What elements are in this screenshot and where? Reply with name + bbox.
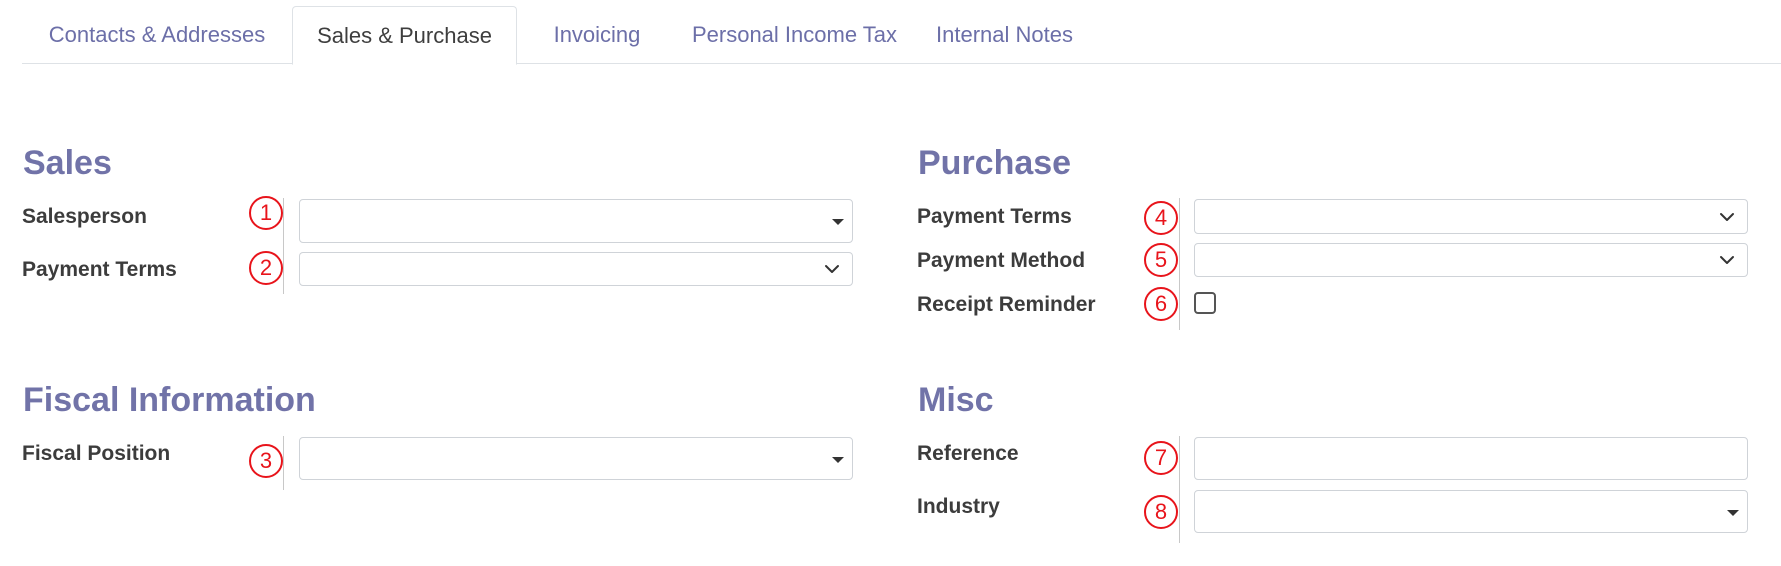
marker-3: 3 [249,444,283,478]
purchase-section-title: Purchase [918,144,1072,182]
sales-payment-terms-select[interactable] [299,252,853,286]
salesperson-select[interactable] [299,199,853,243]
purchase-divider [1179,198,1180,330]
tab-contacts-addresses[interactable]: Contacts & Addresses [22,6,292,64]
industry-select[interactable] [1194,490,1748,533]
marker-6: 6 [1144,287,1178,321]
marker-8: 8 [1144,495,1178,529]
tab-personal-income-tax[interactable]: Personal Income Tax [677,6,912,64]
fiscal-position-select[interactable] [299,437,853,480]
receipt-reminder-label: Receipt Reminder [917,293,1096,316]
caret-down-icon [832,219,844,225]
marker-2: 2 [249,251,283,285]
tab-invoicing[interactable]: Invoicing [517,6,677,64]
misc-divider [1179,436,1180,543]
marker-1: 1 [249,196,283,230]
fiscal-section-title: Fiscal Information [23,381,316,419]
tab-sales-purchase[interactable]: Sales & Purchase [292,6,517,65]
reference-label: Reference [917,442,1019,465]
receipt-reminder-checkbox[interactable] [1194,292,1216,314]
caret-down-icon [832,456,844,463]
fiscal-position-label: Fiscal Position [22,442,171,465]
tab-internal-notes[interactable]: Internal Notes [912,6,1097,64]
marker-5: 5 [1144,243,1178,277]
marker-7: 7 [1144,441,1178,475]
marker-4: 4 [1144,201,1178,235]
misc-section-title: Misc [918,381,994,419]
purchase-payment-terms-select[interactable] [1194,199,1748,234]
sales-payment-terms-label: Payment Terms [22,258,177,281]
sales-section-title: Sales [23,144,112,182]
notebook-tabs: Contacts & Addresses Sales & Purchase In… [22,0,1781,65]
reference-input[interactable] [1194,437,1748,480]
chevron-down-icon [1720,212,1734,221]
payment-method-select[interactable] [1194,243,1748,277]
sales-divider [283,198,284,294]
caret-down-icon [1727,509,1739,516]
fiscal-divider [283,436,284,490]
payment-method-label: Payment Method [917,249,1086,272]
industry-label: Industry [917,495,1000,518]
chevron-down-icon [1720,256,1734,264]
chevron-down-icon [825,265,839,273]
salesperson-label: Salesperson [22,205,147,228]
purchase-payment-terms-label: Payment Terms [917,205,1072,228]
